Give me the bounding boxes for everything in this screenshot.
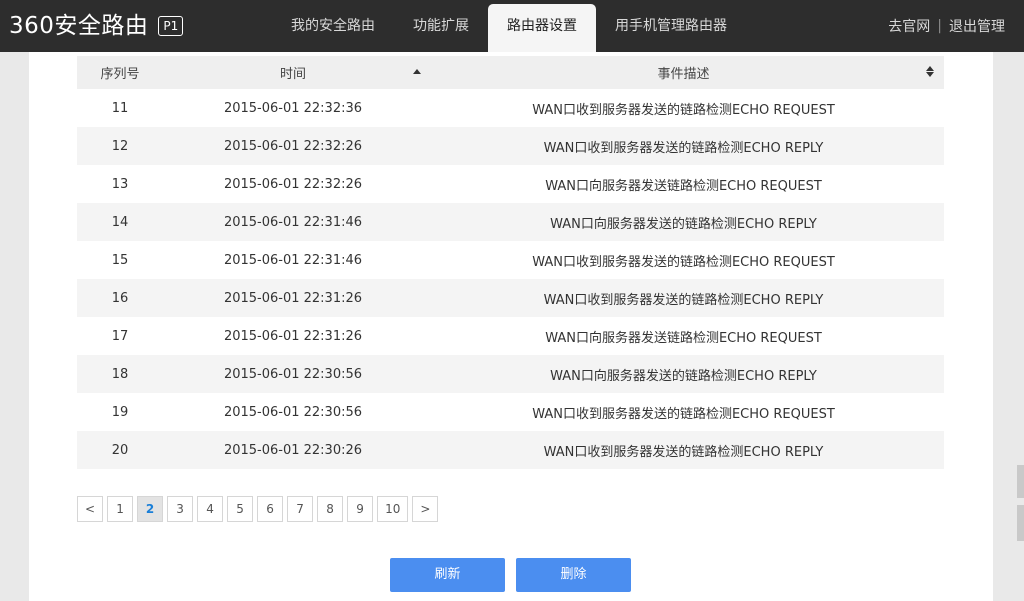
content-panel: 序列号 时间 事件描述 11 2015-06-01 22:32:36 WAN口收…	[29, 52, 993, 601]
logo-text: 360安全路由	[9, 13, 149, 39]
cell-serial: 13	[111, 176, 129, 192]
page-button-4[interactable]: 4	[197, 496, 224, 522]
cell-description: WAN口向服务器发送链路检测ECHO REQUEST	[545, 330, 822, 346]
page-button-10[interactable]: 10	[377, 496, 409, 522]
main-nav: 我的安全路由 功能扩展 路由器设置 用手机管理路由器	[272, 0, 746, 52]
cell-serial: 17	[111, 328, 129, 344]
log-table: 序列号 时间 事件描述 11 2015-06-01 22:32:36 WAN口收…	[77, 56, 944, 469]
nav-router-settings[interactable]: 路由器设置	[488, 4, 596, 52]
next-page-button[interactable]: >	[412, 496, 439, 522]
col-header-time[interactable]: 时间	[163, 63, 423, 82]
cell-time: 2015-06-01 22:31:26	[223, 290, 363, 306]
table-row: 11 2015-06-01 22:32:36 WAN口收到服务器发送的链路检测E…	[77, 89, 944, 127]
table-row: 12 2015-06-01 22:32:26 WAN口收到服务器发送的链路检测E…	[77, 127, 944, 165]
cell-time: 2015-06-01 22:31:46	[223, 214, 363, 230]
cell-description: WAN口收到服务器发送的链路检测ECHO REQUEST	[532, 254, 835, 270]
cell-serial: 14	[111, 214, 129, 230]
cell-serial: 11	[111, 100, 129, 116]
cell-time: 2015-06-01 22:30:26	[223, 442, 363, 458]
scrollbar-thumb[interactable]	[1017, 505, 1024, 541]
nav-mobile-manage[interactable]: 用手机管理路由器	[596, 0, 746, 52]
cell-serial: 19	[111, 404, 129, 420]
nav-my-router[interactable]: 我的安全路由	[272, 0, 394, 52]
page-button-6[interactable]: 6	[257, 496, 284, 522]
cell-description: WAN口收到服务器发送的链路检测ECHO REPLY	[543, 444, 824, 460]
table-row: 17 2015-06-01 22:31:26 WAN口向服务器发送链路检测ECH…	[77, 317, 944, 355]
page-button-3[interactable]: 3	[167, 496, 194, 522]
table-row: 16 2015-06-01 22:31:26 WAN口收到服务器发送的链路检测E…	[77, 279, 944, 317]
sort-toggle-icon[interactable]	[926, 66, 934, 78]
table-row: 13 2015-06-01 22:32:26 WAN口向服务器发送链路检测ECH…	[77, 165, 944, 203]
cell-description: WAN口向服务器发送的链路检测ECHO REPLY	[550, 368, 817, 384]
table-row: 14 2015-06-01 22:31:46 WAN口向服务器发送的链路检测EC…	[77, 203, 944, 241]
model-badge: P1	[158, 16, 184, 36]
cell-description: WAN口向服务器发送链路检测ECHO REQUEST	[545, 178, 822, 194]
cell-time: 2015-06-01 22:30:56	[223, 404, 363, 420]
top-links: 去官网 | 退出管理	[888, 0, 1005, 52]
page-button-9[interactable]: 9	[347, 496, 374, 522]
scrollbar-thumb[interactable]	[1017, 465, 1024, 498]
official-site-link[interactable]: 去官网	[888, 16, 930, 36]
top-bar: 360安全路由 P1 我的安全路由 功能扩展 路由器设置 用手机管理路由器 去官…	[0, 0, 1024, 52]
cell-time: 2015-06-01 22:32:26	[223, 138, 363, 154]
table-row: 18 2015-06-01 22:30:56 WAN口向服务器发送的链路检测EC…	[77, 355, 944, 393]
cell-time: 2015-06-01 22:32:26	[223, 176, 363, 192]
sort-ascending-icon[interactable]	[413, 69, 421, 74]
cell-time: 2015-06-01 22:31:26	[223, 328, 363, 344]
cell-description: WAN口收到服务器发送的链路检测ECHO REPLY	[543, 292, 824, 308]
pagination: < 1 2 3 4 5 6 7 8 9 10 >	[77, 496, 442, 522]
refresh-button[interactable]: 刷新	[390, 558, 505, 592]
table-row: 15 2015-06-01 22:31:46 WAN口收到服务器发送的链路检测E…	[77, 241, 944, 279]
table-header: 序列号 时间 事件描述	[77, 56, 944, 89]
logout-link[interactable]: 退出管理	[949, 16, 1005, 36]
prev-page-button[interactable]: <	[77, 496, 104, 522]
page-button-8[interactable]: 8	[317, 496, 344, 522]
col-header-serial: 序列号	[100, 67, 140, 82]
delete-button[interactable]: 删除	[516, 558, 631, 592]
cell-serial: 18	[111, 366, 129, 382]
col-header-description[interactable]: 事件描述	[423, 63, 944, 82]
page-button-5[interactable]: 5	[227, 496, 254, 522]
cell-description: WAN口收到服务器发送的链路检测ECHO REQUEST	[532, 406, 835, 422]
page-button-2[interactable]: 2	[137, 496, 164, 522]
logo: 360安全路由 P1	[9, 12, 184, 40]
cell-time: 2015-06-01 22:32:36	[223, 100, 363, 116]
page-button-1[interactable]: 1	[107, 496, 134, 522]
link-separator: |	[937, 18, 942, 34]
cell-serial: 16	[111, 290, 129, 306]
cell-description: WAN口向服务器发送的链路检测ECHO REPLY	[550, 216, 817, 232]
cell-time: 2015-06-01 22:30:56	[223, 366, 363, 382]
cell-serial: 15	[111, 252, 129, 268]
table-row: 19 2015-06-01 22:30:56 WAN口收到服务器发送的链路检测E…	[77, 393, 944, 431]
cell-serial: 20	[111, 442, 129, 458]
cell-time: 2015-06-01 22:31:46	[223, 252, 363, 268]
page-button-7[interactable]: 7	[287, 496, 314, 522]
nav-extensions[interactable]: 功能扩展	[394, 0, 488, 52]
cell-serial: 12	[111, 138, 129, 154]
cell-description: WAN口收到服务器发送的链路检测ECHO REQUEST	[532, 102, 835, 118]
table-row: 20 2015-06-01 22:30:26 WAN口收到服务器发送的链路检测E…	[77, 431, 944, 469]
table-body: 11 2015-06-01 22:32:36 WAN口收到服务器发送的链路检测E…	[77, 89, 944, 469]
cell-description: WAN口收到服务器发送的链路检测ECHO REPLY	[543, 140, 824, 156]
